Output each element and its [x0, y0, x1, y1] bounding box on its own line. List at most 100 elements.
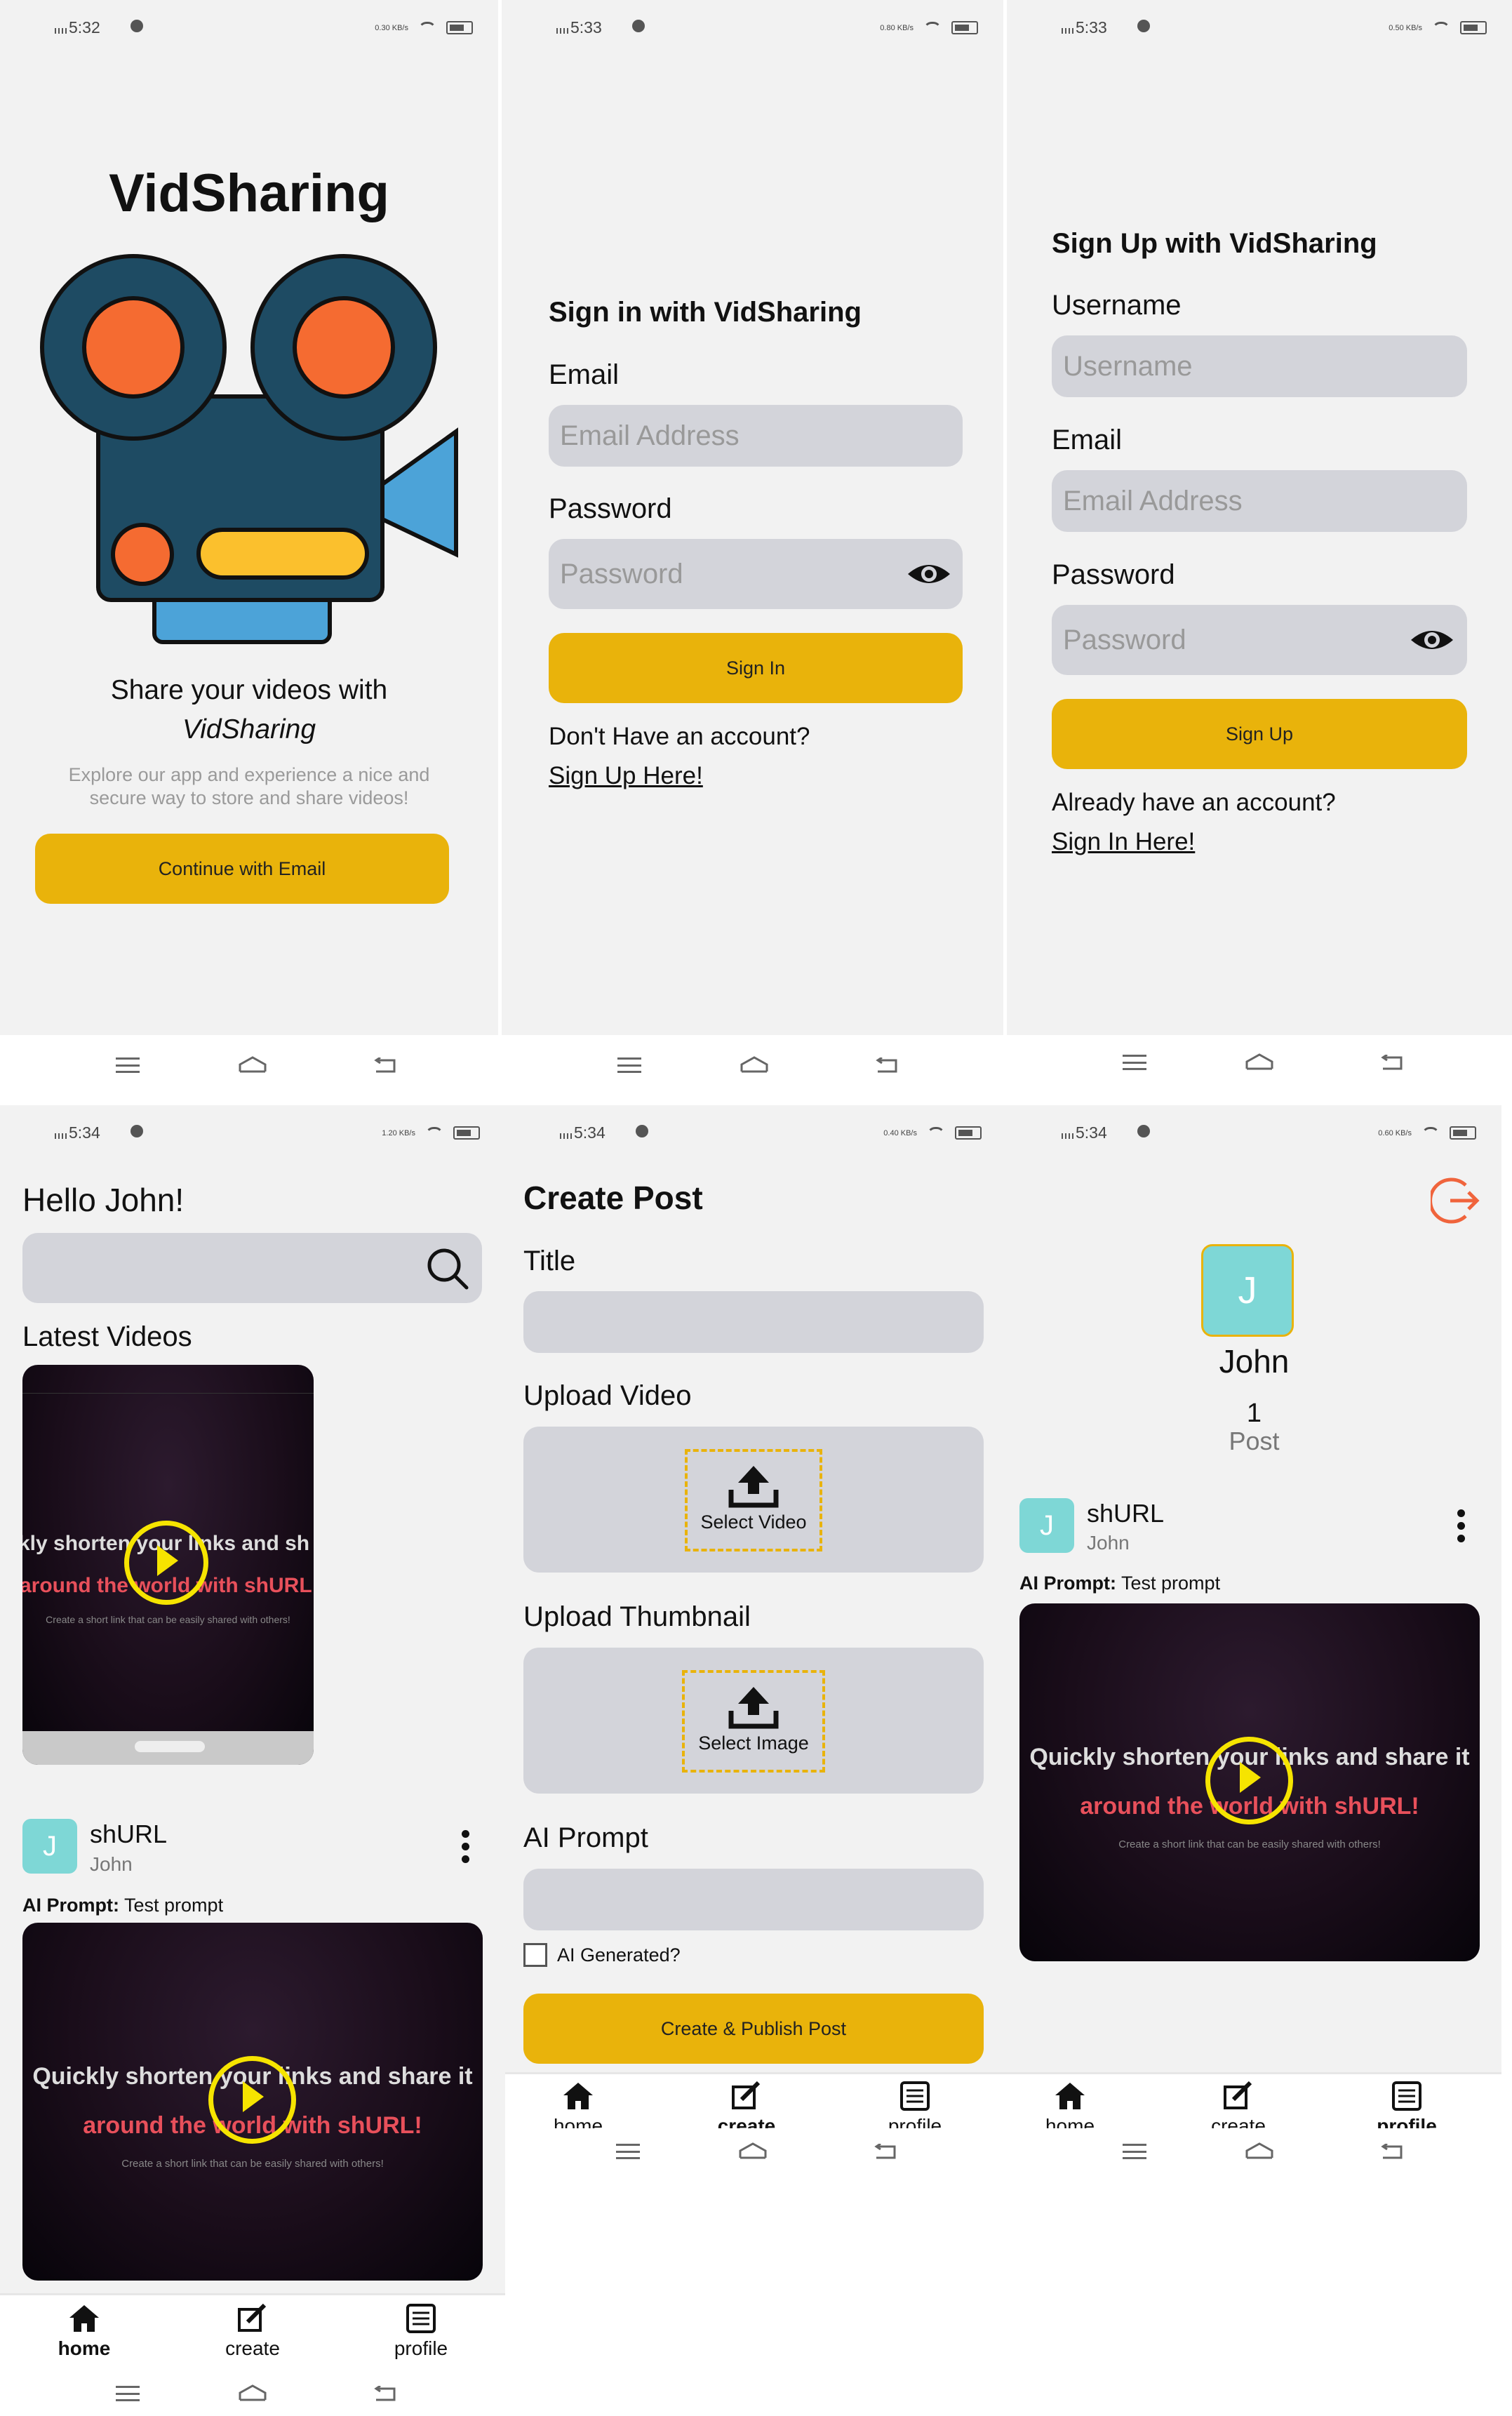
tab-bar: home create profile: [1007, 2072, 1501, 2137]
menu-icon[interactable]: [617, 1057, 641, 1073]
play-icon[interactable]: [1205, 1737, 1293, 1824]
upload-video-area[interactable]: Select Video: [523, 1427, 984, 1573]
password-field[interactable]: Password: [549, 539, 963, 609]
system-nav: [505, 2128, 1007, 2203]
post-title: shURL: [1087, 1499, 1165, 1528]
more-options-icon[interactable]: [1457, 1509, 1466, 1547]
upload-thumbnail-area[interactable]: Select Image: [523, 1648, 984, 1794]
logout-icon[interactable]: [1431, 1175, 1481, 1226]
signin-link[interactable]: Sign In Here!: [1052, 828, 1195, 856]
battery-icon: [951, 21, 978, 34]
home-screen: 5:34 1.20 KB/s Hello John! Latest Videos…: [0, 1105, 505, 2416]
ai-prompt-text: Test prompt: [124, 1895, 224, 1916]
username-label: Username: [1052, 290, 1182, 321]
wifi-icon: [923, 22, 942, 34]
avatar[interactable]: J: [1019, 1498, 1074, 1553]
signal-icon: [55, 1133, 67, 1139]
menu-icon[interactable]: [616, 2144, 640, 2159]
tab-home[interactable]: home: [21, 2304, 147, 2360]
edit-icon: [732, 2081, 761, 2109]
notification-icon: [632, 20, 645, 32]
menu-icon[interactable]: [116, 2386, 140, 2401]
notification-icon: [1137, 1125, 1150, 1137]
thumb-scrubber: [22, 1731, 314, 1765]
password-label: Password: [549, 493, 672, 524]
back-nav-icon[interactable]: [1380, 1055, 1403, 1070]
username-placeholder: Username: [1063, 351, 1193, 382]
home-nav-icon[interactable]: [740, 1056, 768, 1073]
back-nav-icon[interactable]: [373, 1057, 396, 1073]
signin-button[interactable]: Sign In: [549, 633, 963, 703]
email-field[interactable]: Email Address: [1052, 470, 1467, 532]
avatar[interactable]: J: [22, 1819, 77, 1874]
tab-create[interactable]: create: [189, 2304, 316, 2360]
profile-avatar[interactable]: J: [1201, 1244, 1294, 1337]
net-speed: 0.50 KB/s: [1389, 23, 1422, 32]
username-field[interactable]: Username: [1052, 335, 1467, 397]
post-count-label: Post: [1229, 1427, 1280, 1455]
ai-generated-checkbox[interactable]: [523, 1943, 547, 1967]
profile-name: John: [1219, 1343, 1290, 1380]
battery-icon: [1460, 21, 1487, 34]
post-video[interactable]: Quickly shorten your links and share it …: [22, 1923, 483, 2281]
back-nav-icon[interactable]: [874, 2144, 896, 2159]
notification-icon: [131, 20, 143, 32]
menu-icon[interactable]: [1123, 2144, 1146, 2159]
password-field[interactable]: Password: [1052, 605, 1467, 675]
wifi-icon: [425, 1127, 443, 1139]
post-video[interactable]: Quickly shorten your links and share it …: [1019, 1603, 1480, 1961]
select-image-button[interactable]: Select Image: [682, 1670, 825, 1773]
ai-prompt-field[interactable]: [523, 1869, 984, 1930]
signal-icon: [55, 28, 67, 34]
list-icon: [406, 2304, 436, 2333]
system-nav: [502, 1035, 1003, 1098]
publish-button[interactable]: Create & Publish Post: [523, 1994, 984, 2064]
email-label: Email: [549, 359, 620, 390]
show-password-icon[interactable]: [906, 560, 951, 588]
tab-profile[interactable]: profile: [358, 2304, 484, 2360]
menu-icon[interactable]: [1123, 1055, 1146, 1070]
home-nav-icon[interactable]: [1245, 1053, 1273, 1070]
home-nav-icon[interactable]: [239, 2384, 267, 2401]
back-nav-icon[interactable]: [875, 1057, 897, 1073]
select-video-label: Select Video: [700, 1511, 807, 1533]
play-icon[interactable]: [208, 2056, 296, 2144]
system-nav: [1007, 1035, 1512, 1098]
signup-screen: 5:33 0.50 KB/s Sign Up with VidSharing U…: [1007, 0, 1512, 1035]
tagline: Share your videos with: [110, 675, 388, 705]
play-icon[interactable]: [124, 1521, 208, 1605]
signup-button[interactable]: Sign Up: [1052, 699, 1467, 769]
menu-icon[interactable]: [116, 1057, 140, 1073]
status-bar: 5:33 0.80 KB/s: [502, 0, 1003, 56]
battery-icon: [453, 1126, 480, 1140]
upload-video-label: Upload Video: [523, 1380, 692, 1411]
show-password-icon[interactable]: [1410, 626, 1454, 654]
create-screen: 5:34 0.40 KB/s Create Post Title Upload …: [505, 1105, 1007, 2203]
app-title: VidSharing: [109, 163, 389, 223]
back-nav-icon[interactable]: [373, 2386, 396, 2401]
status-time: 5:32: [69, 18, 100, 36]
edit-icon: [1224, 2081, 1252, 2109]
tab-profile-label: profile: [394, 2337, 448, 2359]
back-nav-icon[interactable]: [1380, 2144, 1403, 2159]
continue-email-button[interactable]: Continue with Email: [35, 834, 449, 904]
more-options-icon[interactable]: [462, 1830, 470, 1868]
title-field[interactable]: [523, 1291, 984, 1353]
latest-video-thumb[interactable]: kly shorten your links and sh around the…: [22, 1365, 314, 1765]
net-speed: 0.80 KB/s: [880, 23, 914, 32]
video-line-3: Create a short link that can be easily s…: [1118, 1838, 1381, 1850]
status-time: 5:34: [574, 1123, 606, 1142]
ai-prompt: AI Prompt: Test prompt: [22, 1895, 223, 1916]
email-field[interactable]: Email Address: [549, 405, 963, 467]
select-video-button[interactable]: Select Video: [685, 1449, 822, 1551]
search-input[interactable]: [22, 1233, 482, 1303]
net-speed: 0.60 KB/s: [1378, 1128, 1412, 1137]
signup-link[interactable]: Sign Up Here!: [549, 762, 703, 790]
camera-logo-icon: [40, 254, 458, 644]
home-nav-icon[interactable]: [239, 1056, 267, 1073]
home-nav-icon[interactable]: [739, 2142, 767, 2159]
notification-icon: [636, 1125, 648, 1137]
search-icon[interactable]: [426, 1247, 469, 1290]
home-nav-icon[interactable]: [1245, 2142, 1273, 2159]
signal-icon: [560, 1133, 573, 1139]
